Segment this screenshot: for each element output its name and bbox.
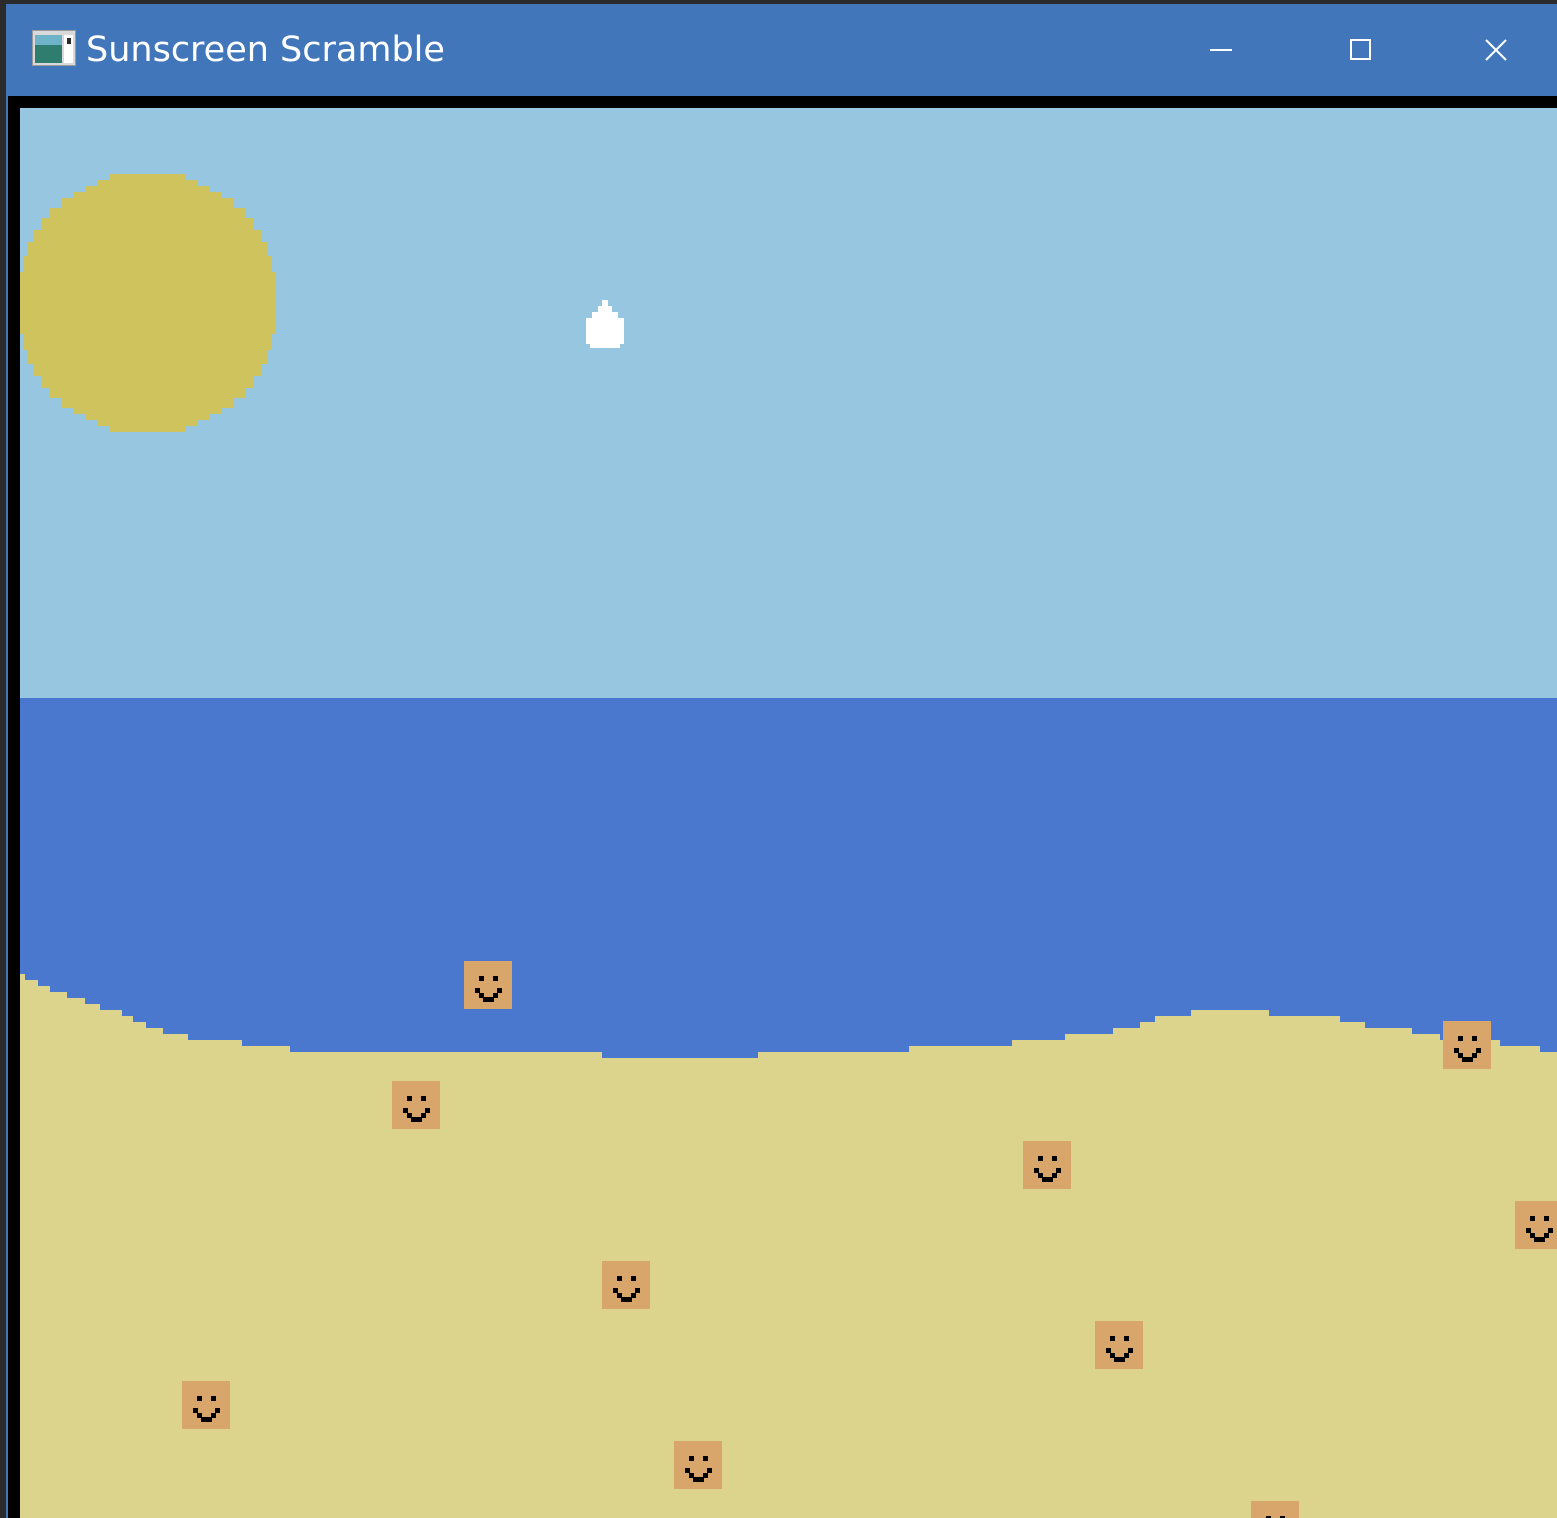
smiley-face (602, 1261, 650, 1309)
app-icon (31, 29, 77, 67)
smiley-face (182, 1381, 230, 1429)
maximize-button[interactable] (1296, 4, 1426, 96)
window-title: Sunscreen Scramble (86, 30, 445, 70)
smiley-face (392, 1081, 440, 1129)
sky (20, 108, 1557, 698)
game-scene[interactable] (20, 108, 1557, 1518)
smiley-face (1443, 1021, 1491, 1069)
smiley-face (1251, 1501, 1299, 1518)
minimize-button[interactable] (1156, 4, 1286, 96)
smiley-face (674, 1441, 722, 1489)
smiley-face (1095, 1321, 1143, 1369)
sun (20, 174, 276, 432)
app-window: Sunscreen Scramble (6, 4, 1557, 1518)
minimize-icon (1210, 49, 1232, 51)
smiley-face (1023, 1141, 1071, 1189)
title-bar[interactable]: Sunscreen Scramble (6, 4, 1557, 96)
maximize-icon (1350, 39, 1371, 60)
smiley-face (1515, 1201, 1557, 1249)
client-area (8, 96, 1557, 1518)
game-canvas[interactable] (20, 108, 1557, 1518)
close-icon (1485, 39, 1507, 61)
sand-beach (20, 974, 1557, 1518)
smiley-face (464, 961, 512, 1009)
close-button[interactable] (1431, 4, 1557, 96)
